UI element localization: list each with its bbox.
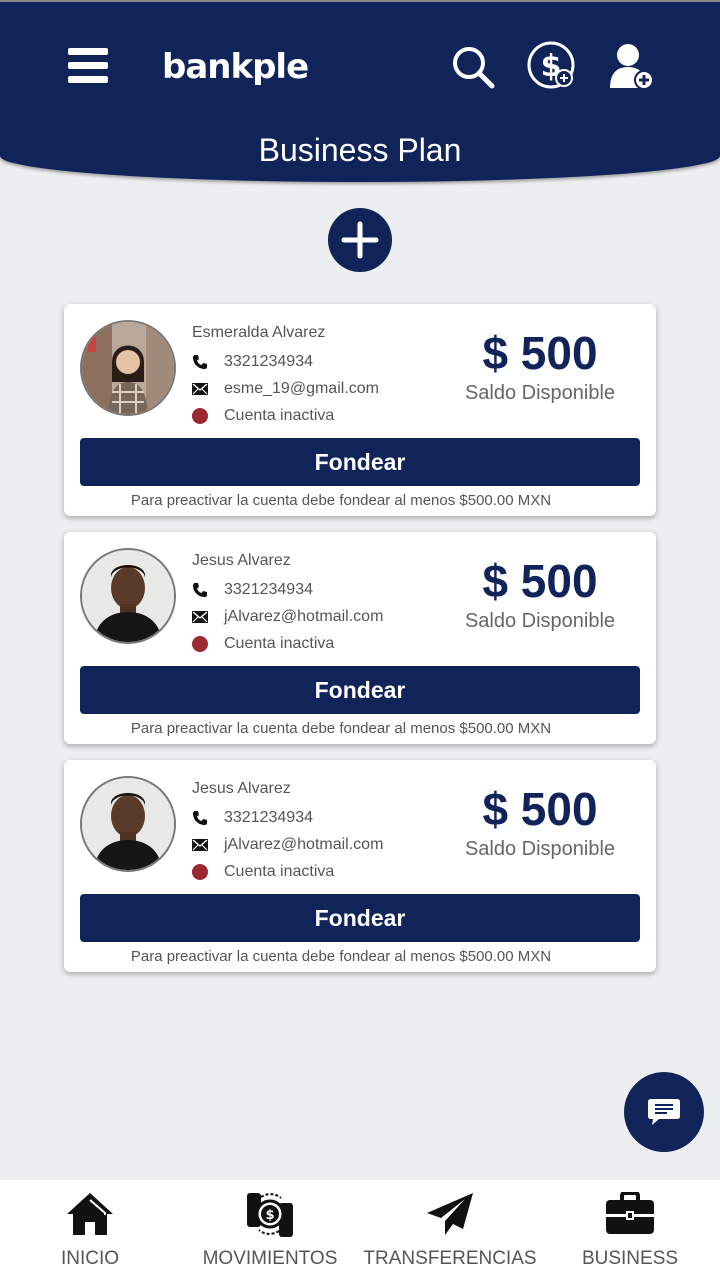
avatar [80, 548, 176, 644]
email-row: jAlvarez@hotmail.com [192, 831, 452, 858]
balance: $ 500 Saldo Disponible [444, 782, 636, 861]
nav-item-inicio[interactable]: INICIO [0, 1180, 180, 1280]
add-user-button[interactable] [608, 42, 656, 92]
status-dot [192, 863, 208, 880]
status-row: Cuenta inactiva [192, 402, 452, 429]
account-info: Jesus Alvarez 3321234934 jAlvarez@hotmai… [192, 778, 452, 885]
activation-note: Para preactivar la cuenta debe fondear a… [130, 720, 552, 737]
account-card: Jesus Alvarez 3321234934 jAlvarez@hotmai… [64, 760, 656, 972]
account-status: Cuenta inactiva [224, 406, 335, 424]
search-button[interactable] [450, 44, 496, 90]
account-email: esme_19@gmail.com [224, 379, 379, 397]
balance-amount: $ 500 [482, 327, 598, 379]
account-status: Cuenta inactiva [224, 634, 335, 652]
account-info: Esmeralda Alvarez 3321234934 esme_19@gma… [192, 322, 452, 429]
plus-icon [341, 221, 379, 259]
account-info: Jesus Alvarez 3321234934 jAlvarez@hotmai… [192, 550, 452, 657]
status-row: Cuenta inactiva [192, 858, 452, 885]
bottom-navigation: INICIO $ MOVIMIENTOS TRANSFERENCIAS BUSI… [0, 1180, 720, 1280]
balance: $ 500 Saldo Disponible [444, 326, 636, 405]
fund-button[interactable]: Fondear [80, 894, 640, 942]
nav-label: MOVIMIENTOS [202, 1248, 338, 1269]
account-status: Cuenta inactiva [224, 862, 335, 880]
activation-note: Para preactivar la cuenta debe fondear a… [130, 948, 552, 965]
account-name: Esmeralda Alvarez [192, 324, 326, 341]
dollar-add-icon: $ [527, 41, 575, 89]
status-row: Cuenta inactiva [192, 630, 452, 657]
account-card: Esmeralda Alvarez 3321234934 esme_19@gma… [64, 304, 656, 516]
phone-icon [192, 582, 208, 598]
app-header: bankple $ Business Plan [0, 2, 720, 182]
account-phone: 3321234934 [224, 580, 313, 598]
phone-icon [192, 354, 208, 370]
account-name: Jesus Alvarez [192, 780, 291, 797]
balance: $ 500 Saldo Disponible [444, 554, 636, 633]
fund-button[interactable]: Fondear [80, 438, 640, 486]
envelope-icon [192, 837, 208, 853]
account-name: Jesus Alvarez [192, 552, 291, 569]
add-account-button[interactable] [328, 208, 392, 272]
balance-label: Saldo Disponible [464, 610, 616, 632]
search-icon [453, 47, 495, 89]
bankple-logo: bankple [162, 42, 309, 92]
account-card: Jesus Alvarez 3321234934 jAlvarez@hotmai… [64, 532, 656, 744]
avatar [80, 776, 176, 872]
email-row: esme_19@gmail.com [192, 375, 452, 402]
phone-row: 3321234934 [192, 348, 452, 375]
account-email: jAlvarez@hotmail.com [224, 607, 384, 625]
nav-label: INICIO [60, 1248, 120, 1269]
money-transfer-icon: $ [247, 1193, 293, 1237]
balance-amount: $ 500 [482, 555, 598, 607]
avatar [80, 320, 176, 416]
envelope-icon [192, 609, 208, 625]
nav-item-business[interactable]: BUSINESS [540, 1180, 720, 1280]
add-funds-button[interactable]: $ [526, 40, 578, 92]
paper-plane-icon [427, 1193, 473, 1235]
account-email: jAlvarez@hotmail.com [224, 835, 384, 853]
logo-text: bankple [162, 47, 309, 87]
menu-icon [68, 48, 108, 83]
phone-icon [192, 810, 208, 826]
menu-button[interactable] [66, 46, 110, 86]
page-title: Business Plan [258, 132, 462, 168]
account-phone: 3321234934 [224, 352, 313, 370]
svg-text:$: $ [265, 1208, 274, 1223]
nav-item-transferencias[interactable]: TRANSFERENCIAS [360, 1180, 540, 1280]
phone-row: 3321234934 [192, 804, 452, 831]
envelope-icon [192, 381, 208, 397]
user-add-icon [610, 44, 654, 90]
status-dot [192, 635, 208, 652]
account-phone: 3321234934 [224, 808, 313, 826]
email-row: jAlvarez@hotmail.com [192, 603, 452, 630]
status-dot [192, 407, 208, 424]
nav-label: BUSINESS [581, 1248, 679, 1269]
briefcase-icon [606, 1192, 654, 1234]
home-icon [67, 1193, 113, 1235]
balance-label: Saldo Disponible [464, 838, 616, 860]
chat-icon [648, 1099, 680, 1125]
phone-row: 3321234934 [192, 576, 452, 603]
balance-label: Saldo Disponible [464, 382, 616, 404]
balance-amount: $ 500 [482, 783, 598, 835]
nav-label: TRANSFERENCIAS [363, 1248, 537, 1269]
fund-button[interactable]: Fondear [80, 666, 640, 714]
chat-button[interactable] [624, 1072, 704, 1152]
nav-item-movimientos[interactable]: $ MOVIMIENTOS [180, 1180, 360, 1280]
activation-note: Para preactivar la cuenta debe fondear a… [130, 492, 552, 509]
